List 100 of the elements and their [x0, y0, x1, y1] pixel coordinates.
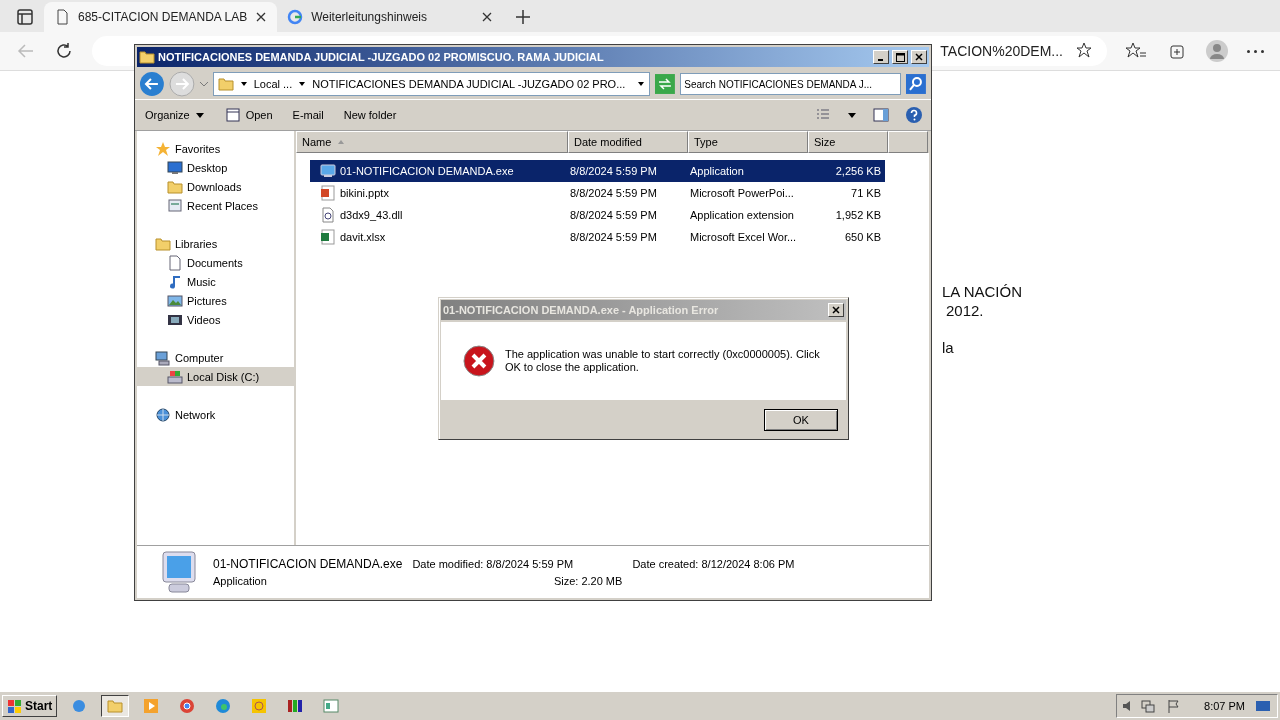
folder-icon [107, 698, 124, 714]
nav-item[interactable]: Network [137, 405, 294, 424]
search-icon [905, 73, 927, 95]
address-field[interactable]: Local ... NOTIFICACIONES DEMANDA JUDICIAL -JUZGADO 02 PRO... [212, 72, 651, 96]
page-text: la [942, 339, 955, 356]
table-cell-text: 650 KB [843, 231, 882, 243]
globe-e-icon [71, 698, 88, 714]
close-icon [915, 53, 923, 61]
window-stack-icon [167, 197, 183, 214]
column-header[interactable]: Name [296, 131, 568, 153]
refresh-icon [654, 73, 677, 95]
toolbar-button[interactable]: Organize [143, 107, 207, 123]
nav-item[interactable]: Computer [137, 348, 294, 367]
nav-item[interactable]: Recent Places [137, 196, 294, 215]
close-icon [481, 11, 494, 23]
browser-tab[interactable]: 685-CITACION DEMANDA LAB [44, 2, 278, 32]
file-name: 01-NOTIFICACION DEMANDA.exe [340, 165, 514, 177]
windows-flag-icon [7, 698, 23, 714]
nav-item[interactable]: Downloads [137, 177, 294, 196]
gear-file-icon [320, 207, 336, 223]
breadcrumb-item[interactable]: Local ... [253, 78, 293, 90]
nav-item[interactable]: Documents [137, 253, 294, 272]
nav-item[interactable]: Pictures [137, 291, 294, 310]
ok-button[interactable]: OK [764, 408, 838, 431]
close-button[interactable] [911, 50, 927, 64]
start-button[interactable]: Start [2, 695, 58, 717]
star-icon [155, 140, 171, 157]
file-row[interactable]: bikini.pptx 8/8/2024 5:59 PM Microsoft PowerPoi... 71 KB [310, 182, 885, 204]
chrome-icon [179, 698, 196, 714]
books-icon [287, 698, 304, 714]
preview-pane-icon [873, 107, 889, 123]
reload-icon [54, 41, 74, 61]
desktop-icon [1255, 698, 1271, 714]
url-text[interactable]: TACION%20DEM... [940, 43, 1063, 59]
favorites-icon [1125, 41, 1147, 61]
table-cell-text: 1,952 KB [834, 209, 882, 221]
speaker-icon [1123, 701, 1131, 711]
nav-item[interactable]: Favorites [137, 139, 294, 158]
table-cell-text: 8/8/2024 5:59 PM [570, 209, 658, 221]
picture-icon [167, 292, 183, 309]
caret-icon [298, 80, 307, 88]
file-name: 01-NOTIFICACION DEMANDA.exe [213, 557, 403, 571]
table-cell-text: Microsoft PowerPoi... [690, 187, 795, 199]
colored-g-icon [287, 9, 304, 25]
browser-tab[interactable]: Weiterleitungshinweis [277, 2, 504, 32]
table-cell-text: 2,256 KB [834, 165, 882, 177]
ring-icon [251, 698, 268, 714]
network-icon [1140, 698, 1157, 714]
spreadsheet-file-icon [320, 229, 336, 245]
nav-item[interactable]: Videos [137, 310, 294, 329]
file-row[interactable]: davit.xlsx 8/8/2024 5:59 PM Microsoft Excel Wor... 650 KB [310, 226, 885, 248]
table-cell-text: Microsoft Excel Wor... [690, 231, 798, 243]
play-icon [143, 698, 160, 714]
minimize-button[interactable] [873, 50, 889, 64]
dialog-title: 01-NOTIFICACION DEMANDA.exe - Application Error [443, 304, 720, 316]
modified-date: Date modified: 8/8/2024 5:59 PM [412, 558, 575, 570]
folder-icon [139, 49, 155, 65]
folder-icon [167, 178, 183, 195]
close-icon [832, 306, 840, 314]
column-header[interactable]: Date modified [568, 131, 688, 153]
file-row[interactable]: d3dx9_43.dll 8/8/2024 5:59 PM Application extension 1,952 KB [310, 204, 885, 226]
column-header[interactable]: Type [688, 131, 808, 153]
file-name: davit.xlsx [340, 231, 386, 243]
nav-item[interactable]: Music [137, 272, 294, 291]
table-cell-text: Application [690, 165, 745, 177]
toolbar-button[interactable]: Open [222, 105, 275, 125]
table-cell-text: 8/8/2024 5:59 PM [570, 165, 658, 177]
toolbar-button[interactable]: E-mail [290, 107, 326, 123]
file-name: bikini.pptx [340, 187, 389, 199]
maximize-icon [895, 52, 905, 62]
file-name: d3dx9_43.dll [340, 209, 403, 221]
sort-arrow-icon [337, 138, 346, 146]
breadcrumb-item[interactable]: NOTIFICACIONES DEMANDA JUDICIAL -JUZGADO 02 PRO... [312, 78, 626, 90]
nav-item[interactable]: Local Disk (C:) [137, 367, 294, 386]
nav-item[interactable]: Libraries [137, 234, 294, 253]
page-text: LA NACIÓN [942, 283, 1024, 300]
more-icon [1247, 49, 1264, 53]
window-icon [224, 107, 241, 123]
error-message: The application was unable to start correctly (0xc0000005). Click OK to close the application. [504, 348, 821, 374]
window-icon [323, 698, 340, 714]
caret-icon [637, 80, 646, 88]
file-size: Size: 2.20 MB [553, 575, 623, 587]
document-icon [167, 254, 183, 271]
column-header[interactable]: Size [808, 131, 888, 153]
avatar-icon [1205, 39, 1229, 63]
clock-text: 8:07 PM [1204, 700, 1245, 712]
search-field[interactable]: Search NOTIFICACIONES DEMANDA J... [680, 73, 902, 95]
nav-item[interactable]: Desktop [137, 158, 294, 177]
slides-file-icon [320, 185, 336, 201]
music-note-icon [167, 273, 183, 290]
taskbar-icon[interactable] [101, 695, 130, 717]
maximize-button[interactable] [892, 50, 908, 64]
caret-icon [847, 110, 857, 120]
close-button[interactable] [828, 303, 844, 317]
application-icon [320, 163, 336, 179]
close-icon [255, 11, 268, 23]
file-row[interactable]: 01-NOTIFICACION DEMANDA.exe 8/8/2024 5:59 PM Application 2,256 KB [310, 160, 885, 182]
folder-icon [217, 76, 234, 92]
document-icon [54, 9, 70, 25]
toolbar-button[interactable]: New folder [341, 107, 399, 123]
